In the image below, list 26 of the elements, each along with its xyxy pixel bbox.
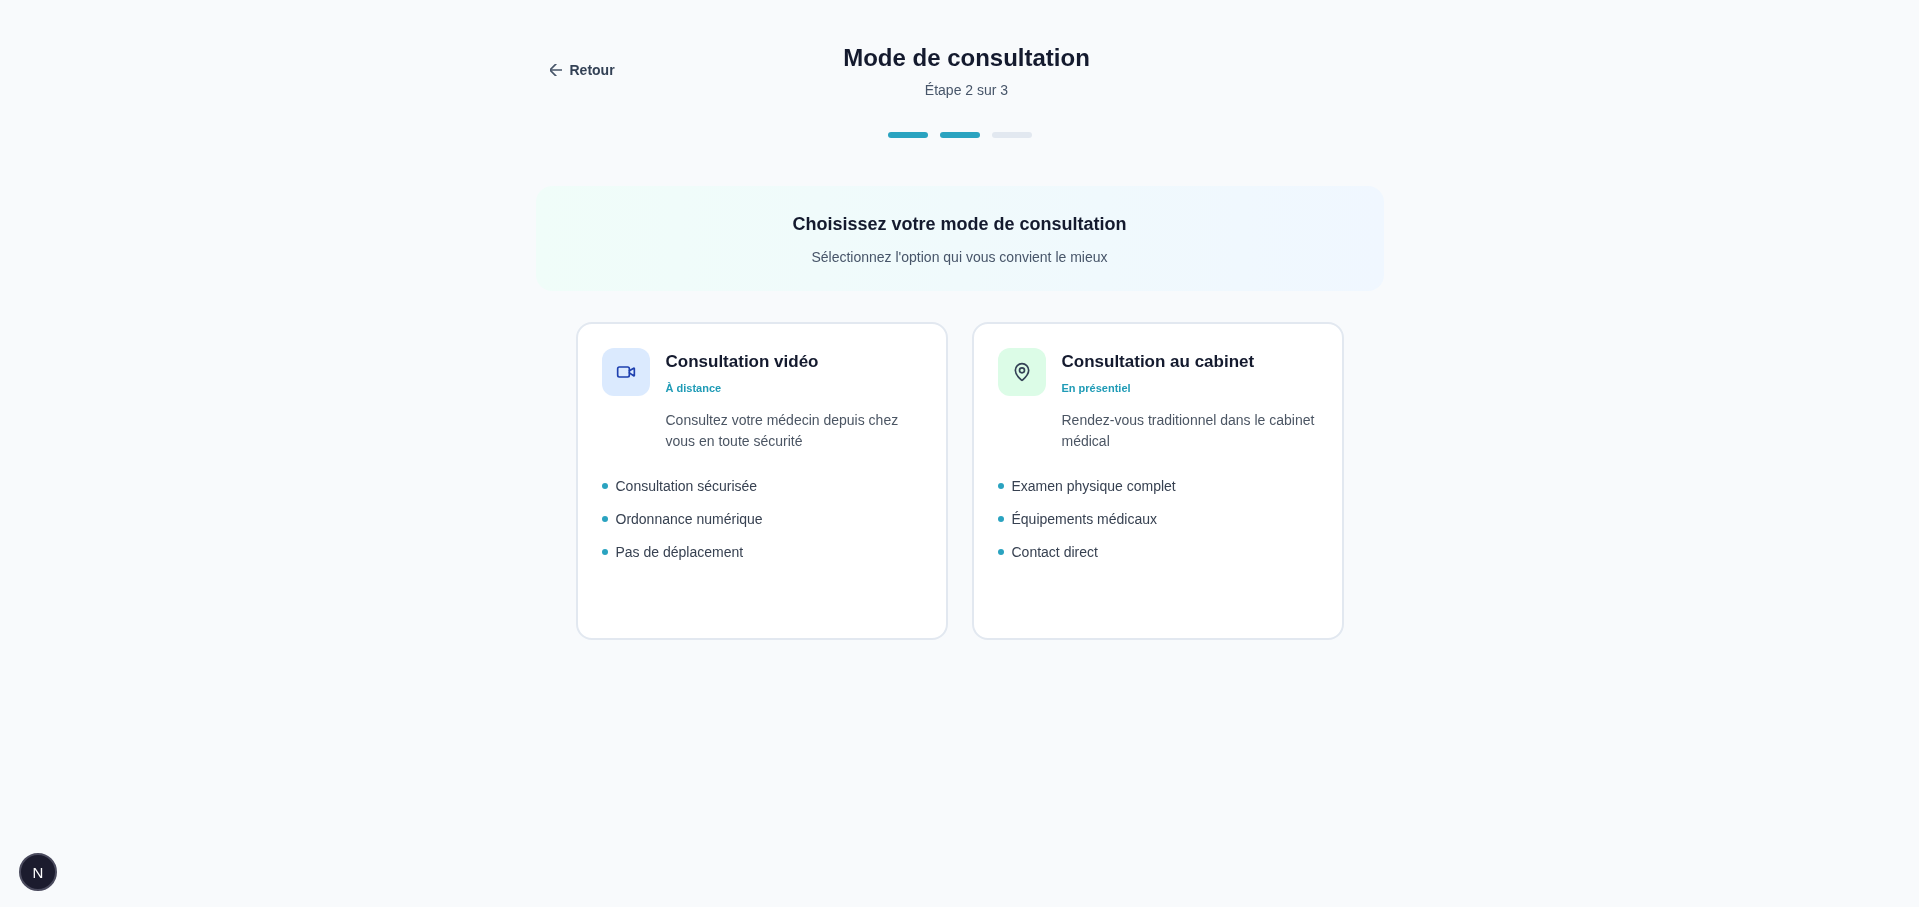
intro-title: Choisissez votre mode de consultation xyxy=(791,213,1128,236)
step-label: Étape 2 sur 3 xyxy=(923,81,1010,100)
feature-text: Consultation sécurisée xyxy=(615,477,758,496)
feature-text: Pas de déplacement xyxy=(615,543,744,562)
option-tag: En présentiel xyxy=(1061,380,1318,396)
bullet-icon xyxy=(601,516,608,522)
option-card[interactable]: Consultation au cabinet En présentiel Rendez-vous traditionnel dans le cabinet médical Examen physique complet Équipements médicaux Contact direct xyxy=(971,322,1344,640)
bullet-icon xyxy=(997,549,1004,555)
page-title: Mode de consultation xyxy=(843,43,1090,73)
feature-text: Examen physique complet xyxy=(1011,477,1176,496)
bullet-icon xyxy=(601,483,608,489)
bullet-icon xyxy=(997,483,1004,489)
option-title: Consultation vidéo xyxy=(665,351,820,373)
bullet-icon xyxy=(601,549,608,555)
feature-text: Ordonnance numérique xyxy=(615,510,763,529)
dev-tools-button[interactable]: N xyxy=(19,853,57,891)
bullet-icon xyxy=(997,516,1004,522)
intro-subtitle: Sélectionnez l'option qui vous convient le mieux xyxy=(810,248,1109,267)
option-tag: À distance xyxy=(665,380,922,396)
option-description: Consultez votre médecin depuis chez vous en toute sécurité xyxy=(665,411,900,451)
option-title: Consultation au cabinet xyxy=(1061,351,1256,373)
option-card[interactable]: Consultation vidéo À distance Consultez votre médecin depuis chez vous en toute sécurité Consultation sécurisée Ordonnance numérique Pas de déplacement xyxy=(575,322,948,640)
back-button[interactable]: Retour xyxy=(535,52,632,88)
option-description: Rendez-vous traditionnel dans le cabinet médical xyxy=(1061,411,1316,451)
feature-text: Équipements médicaux xyxy=(1011,510,1158,529)
feature-text: Contact direct xyxy=(1011,543,1098,562)
